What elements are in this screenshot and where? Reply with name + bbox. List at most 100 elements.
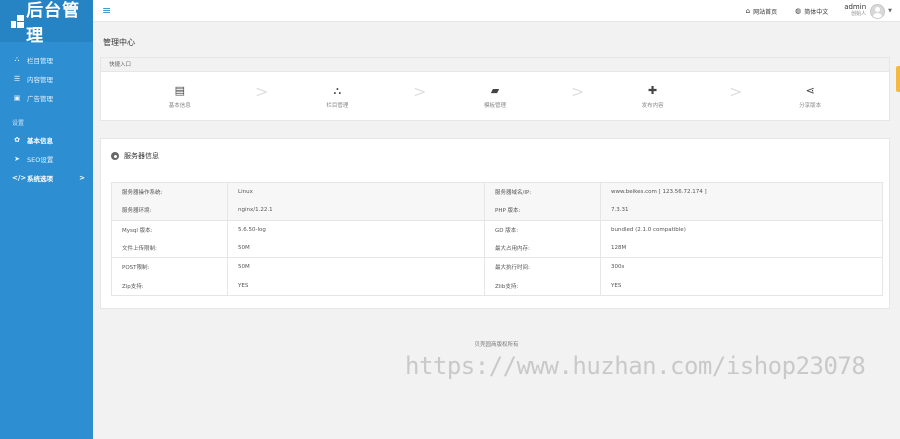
quick-item-templates[interactable]: ▰ 模板管理 — [416, 84, 574, 109]
info-value: 300s — [600, 257, 883, 277]
menu-toggle-button[interactable]: ≡ — [102, 4, 111, 17]
sidebar-item-content[interactable]: ☰ 内容管理 — [0, 69, 93, 88]
send-icon: ➤ — [14, 154, 20, 163]
info-key: Zlib支持: — [484, 276, 601, 296]
list-icon: ☰ — [13, 74, 21, 83]
plus-icon: ✚ — [647, 84, 658, 97]
info-value: 50M — [227, 238, 485, 259]
sidebar-item-label: 内容管理 — [27, 75, 53, 84]
info-key: Mysql 版本: — [111, 219, 228, 239]
sidebar-item-ads[interactable]: ▣ 广告管理 — [0, 88, 93, 107]
logo-icon — [11, 14, 24, 28]
user-menu[interactable]: admin 创始人 ▼ — [844, 3, 892, 19]
info-key: 服务器操作系统: — [111, 182, 228, 202]
watermark-text: https://www.huzhan.com/ishop23078 — [405, 352, 866, 380]
sidebar-group-settings: 设置 — [12, 120, 25, 127]
page-title: 管理中心 — [103, 38, 135, 47]
sidebar-item-label: 系统选项 — [27, 174, 53, 183]
language-label: 简体中文 — [804, 8, 829, 16]
gear-icon: ✿ — [14, 135, 20, 144]
main-content: 管理中心 快捷入口 ▤ 基本信息 ⛬ 栏目管理 ▰ 模板管理 ✚ 发布内容 ⋖ … — [93, 22, 900, 439]
page-footer: 贝壳园商版权所有 — [474, 342, 519, 348]
chevron-right-icon: > — [729, 82, 743, 101]
sidebar-item-basic-info[interactable]: ✿ 基本信息 — [0, 130, 93, 149]
quick-item-share[interactable]: ⋖ 分享版本 — [731, 84, 889, 109]
info-key: 最大占用内存: — [484, 238, 601, 259]
quick-item-basic-info[interactable]: ▤ 基本信息 — [101, 84, 259, 109]
chevron-right-icon: > — [571, 82, 585, 101]
quick-entry-panel: 快捷入口 ▤ 基本信息 ⛬ 栏目管理 ▰ 模板管理 ✚ 发布内容 ⋖ 分享版本 — [100, 57, 890, 121]
info-key: POST限制: — [111, 257, 228, 277]
quick-item-label: 栏目管理 — [326, 103, 349, 109]
quick-item-label: 发布内容 — [641, 103, 664, 109]
table-row: 文件上传限制: 50M 最大占用内存: 128M — [111, 238, 883, 259]
sidebar-item-label: 广告管理 — [27, 94, 53, 103]
info-value: 128M — [600, 238, 883, 259]
info-key: PHP 版本: — [484, 201, 601, 221]
server-info-title-text: 服务器信息 — [124, 152, 159, 160]
sidebar-item-label: 栏目管理 — [27, 56, 53, 65]
info-key: 最大执行时间: — [484, 257, 601, 277]
sidebar-nav: ⛬ 栏目管理 ☰ 内容管理 ▣ 广告管理 设置 ✿ 基本信息 ➤ SEO设置 <… — [0, 50, 93, 187]
chevron-right-icon: > — [413, 82, 427, 101]
globe-icon: ◍ — [795, 7, 802, 15]
avatar[interactable] — [870, 3, 886, 19]
info-value: 7.3.31 — [600, 201, 883, 221]
image-icon: ▣ — [13, 93, 21, 102]
sidebar-item-seo[interactable]: ➤ SEO设置 — [0, 149, 93, 168]
info-value: www.beikes.com [ 123.56.72.174 ] — [600, 182, 883, 202]
share-icon: ⋖ — [805, 84, 815, 97]
table-row: 服务器环境: nginx/1.22.1 PHP 版本: 7.3.31 — [111, 201, 883, 221]
sidebar-item-system[interactable]: </> 系统选项 > — [0, 168, 93, 187]
info-circle-icon — [111, 152, 119, 160]
sitemap-icon: ⛬ — [14, 55, 20, 63]
server-info-table: 服务器操作系统: Linux 服务器域名/IP: www.beikes.com … — [111, 182, 883, 296]
chevron-right-icon: > — [255, 82, 269, 101]
sidebar-item-label: 基本信息 — [27, 136, 53, 145]
sidebar-item-columns[interactable]: ⛬ 栏目管理 — [0, 50, 93, 69]
side-float-tab[interactable] — [896, 66, 900, 92]
topbar: ≡ ⌂ 网站首页 ◍ 简体中文 admin 创始人 ▼ — [93, 0, 900, 22]
server-info-panel: 服务器信息 服务器操作系统: Linux 服务器域名/IP: www.beike… — [100, 138, 890, 309]
quick-item-publish[interactable]: ✚ 发布内容 — [574, 84, 732, 109]
info-value: YES — [600, 276, 883, 296]
quick-item-columns[interactable]: ⛬ 栏目管理 — [259, 84, 417, 109]
info-key: GD 版本: — [484, 219, 601, 239]
sidebar-item-label: SEO设置 — [27, 155, 54, 164]
quick-entry-header: 快捷入口 — [101, 58, 889, 72]
info-key: 服务器域名/IP: — [484, 182, 601, 202]
app-logo[interactable]: 后台管理 — [0, 0, 93, 46]
table-row: POST限制: 50M 最大执行时间: 300s — [111, 257, 883, 277]
info-key: Zip支持: — [111, 276, 228, 296]
info-value: 5.6.50-log — [227, 219, 485, 239]
sitemap-icon: ⛬ — [333, 84, 342, 97]
info-key: 文件上传限制: — [111, 238, 228, 259]
table-row: Zip支持: YES Zlib支持: YES — [111, 276, 883, 296]
table-row: 服务器操作系统: Linux 服务器域名/IP: www.beikes.com … — [111, 182, 883, 202]
newspaper-icon: ▤ — [174, 84, 185, 97]
info-value: bundled (2.1.0 compatible) — [600, 219, 883, 239]
quick-item-label: 基本信息 — [168, 103, 191, 109]
logo-text: 后台管理 — [26, 1, 81, 46]
table-row: Mysql 版本: 5.6.50-log GD 版本: bundled (2.1… — [111, 219, 883, 239]
home-link-label: 网站首页 — [753, 8, 778, 16]
folder-open-icon: ▰ — [490, 84, 500, 97]
quick-item-label: 模板管理 — [483, 103, 506, 109]
info-key: 服务器环境: — [111, 201, 228, 221]
user-role: 创始人 — [851, 11, 867, 17]
info-value: nginx/1.22.1 — [227, 201, 485, 221]
chevron-right-icon: > — [79, 173, 85, 182]
language-switch[interactable]: ◍ 简体中文 — [795, 7, 828, 16]
quick-item-label: 分享版本 — [799, 103, 822, 109]
user-name: admin — [844, 3, 867, 11]
home-link[interactable]: ⌂ 网站首页 — [746, 7, 777, 16]
info-value: YES — [227, 276, 485, 296]
home-icon: ⌂ — [745, 7, 751, 15]
user-names: admin 创始人 — [844, 4, 866, 18]
caret-down-icon[interactable]: ▼ — [888, 8, 892, 14]
info-value: Linux — [227, 182, 485, 202]
code-icon: </> — [12, 173, 27, 182]
topbar-actions: ⌂ 网站首页 ◍ 简体中文 admin 创始人 ▼ — [728, 0, 892, 22]
server-info-title: 服务器信息 — [111, 151, 159, 161]
quick-entry-list: ▤ 基本信息 ⛬ 栏目管理 ▰ 模板管理 ✚ 发布内容 ⋖ 分享版本 > > > — [101, 72, 889, 121]
